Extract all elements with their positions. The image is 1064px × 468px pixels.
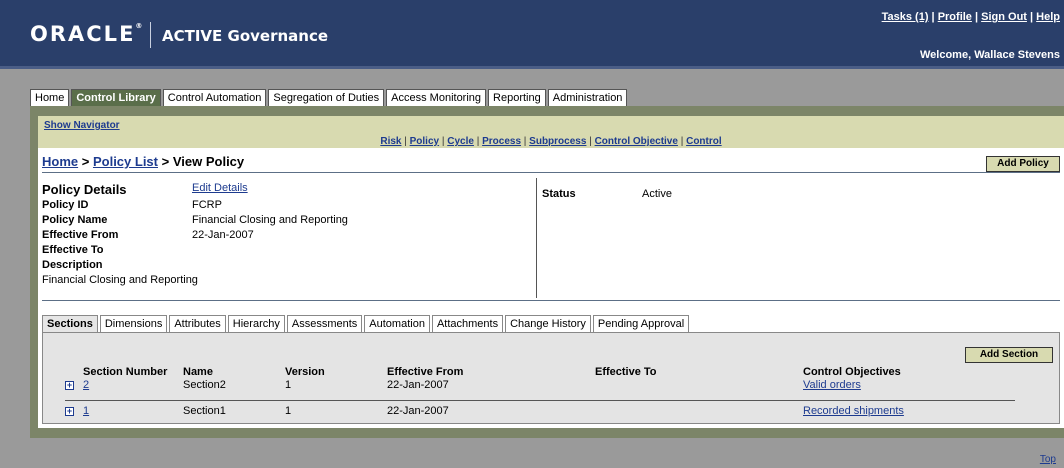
navigator-bar: Show Navigator Risk | Policy | Cycle | P… <box>38 116 1064 148</box>
control-objective-link[interactable]: Recorded shipments <box>803 405 904 417</box>
app-header: ORACLE® ACTIVE Governance Tasks (1) | Pr… <box>0 0 1064 66</box>
policy-id-value: FCRP <box>192 199 222 211</box>
nav-process-link[interactable]: Process <box>482 136 521 147</box>
section-effective-from: 22-Jan-2007 <box>387 379 449 391</box>
control-objective-link[interactable]: Valid orders <box>803 379 861 391</box>
col-version: Version <box>285 366 325 378</box>
sign-out-link[interactable]: Sign Out <box>981 11 1027 23</box>
section-number-link[interactable]: 2 <box>83 379 89 391</box>
content-panel: Show Navigator Risk | Policy | Cycle | P… <box>38 116 1064 428</box>
policy-tabs: Sections Dimensions Attributes Hierarchy… <box>42 315 691 332</box>
policy-name-label: Policy Name <box>42 214 108 226</box>
add-policy-button[interactable]: Add Policy <box>986 156 1060 172</box>
breadcrumb-home-link[interactable]: Home <box>42 154 78 169</box>
section-version: 1 <box>285 379 292 391</box>
tab-hierarchy[interactable]: Hierarchy <box>227 315 285 332</box>
object-links: Risk | Policy | Cycle | Process | Subpro… <box>380 136 722 147</box>
col-effective-from: Effective From <box>387 366 464 378</box>
tab-home[interactable]: Home <box>30 89 70 106</box>
profile-link[interactable]: Profile <box>938 11 972 23</box>
nav-control-objective-link[interactable]: Control Objective <box>595 136 678 147</box>
breadcrumb-current: View Policy <box>172 154 245 169</box>
expand-icon[interactable]: + <box>65 381 74 390</box>
tab-control-library[interactable]: Control Library <box>71 89 161 106</box>
tab-control-automation[interactable]: Control Automation <box>162 89 267 106</box>
tab-attachments[interactable]: Attachments <box>431 315 504 332</box>
tab-assessments[interactable]: Assessments <box>286 315 363 332</box>
tab-attributes[interactable]: Attributes <box>169 315 226 332</box>
breadcrumb-separator: > <box>81 154 90 169</box>
col-name: Name <box>183 366 213 378</box>
edit-details-link[interactable]: Edit Details <box>192 182 248 194</box>
col-control-objectives: Control Objectives <box>803 366 901 378</box>
tab-reporting[interactable]: Reporting <box>488 89 546 106</box>
section-version: 1 <box>285 405 292 417</box>
tab-administration[interactable]: Administration <box>547 89 628 106</box>
nav-cycle-link[interactable]: Cycle <box>447 136 474 147</box>
help-link[interactable]: Help <box>1036 11 1060 23</box>
show-navigator-link[interactable]: Show Navigator <box>44 120 120 131</box>
tab-change-history[interactable]: Change History <box>505 315 591 332</box>
header-divider <box>0 66 1064 69</box>
header-links: Tasks (1) | Profile | Sign Out | Help <box>881 11 1060 23</box>
col-section-number: Section Number <box>83 366 168 378</box>
breadcrumb-separator: > <box>161 154 170 169</box>
tab-pending-approval[interactable]: Pending Approval <box>592 315 690 332</box>
brand-name: ORACLE <box>30 22 136 46</box>
nav-policy-link[interactable]: Policy <box>410 136 439 147</box>
product-name: ACTIVE Governance <box>162 27 329 45</box>
breadcrumb: Home > Policy List > View Policy <box>42 154 244 169</box>
status-value: Active <box>642 188 672 200</box>
details-divider <box>536 178 537 298</box>
logo-divider <box>150 22 151 48</box>
effective-from-label: Effective From <box>42 229 119 241</box>
tab-sections[interactable]: Sections <box>42 315 98 332</box>
brand-mark: ® <box>135 22 143 30</box>
tasks-link[interactable]: Tasks (1) <box>882 11 929 23</box>
back-to-top-link[interactable]: Top <box>1040 454 1056 465</box>
effective-from-value: 22-Jan-2007 <box>192 229 254 241</box>
oracle-logo: ORACLE® <box>30 22 142 46</box>
tab-automation[interactable]: Automation <box>364 315 430 332</box>
section-name: Section2 <box>183 379 226 391</box>
details-title: Policy Details <box>42 182 127 197</box>
main-tabs: Home Control Library Control Automation … <box>30 89 629 106</box>
policy-id-label: Policy ID <box>42 199 89 211</box>
nav-subprocess-link[interactable]: Subprocess <box>529 136 586 147</box>
nav-risk-link[interactable]: Risk <box>380 136 401 147</box>
divider <box>42 300 1060 301</box>
divider <box>42 172 1060 173</box>
welcome-text: Welcome, Wallace Stevens <box>919 49 1060 61</box>
section-number-link[interactable]: 1 <box>83 405 89 417</box>
status-label: Status <box>542 188 576 200</box>
nav-control-link[interactable]: Control <box>686 136 722 147</box>
tab-dimensions[interactable]: Dimensions <box>99 315 168 332</box>
breadcrumb-policy-list-link[interactable]: Policy List <box>93 154 158 169</box>
section-name: Section1 <box>183 405 226 417</box>
row-divider <box>65 400 1015 401</box>
description-value: Financial Closing and Reporting <box>42 274 198 286</box>
tab-access-monitoring[interactable]: Access Monitoring <box>386 89 487 106</box>
add-section-button[interactable]: Add Section <box>965 347 1053 363</box>
policy-name-value: Financial Closing and Reporting <box>192 214 348 226</box>
tab-segregation-of-duties[interactable]: Segregation of Duties <box>268 89 385 106</box>
content-frame: Show Navigator Risk | Policy | Cycle | P… <box>30 106 1064 438</box>
col-effective-to: Effective To <box>595 366 657 378</box>
effective-to-label: Effective To <box>42 244 104 256</box>
section-effective-from: 22-Jan-2007 <box>387 405 449 417</box>
expand-icon[interactable]: + <box>65 407 74 416</box>
sections-panel: Add Section Section Number Name Version … <box>42 332 1060 424</box>
description-label: Description <box>42 259 103 271</box>
